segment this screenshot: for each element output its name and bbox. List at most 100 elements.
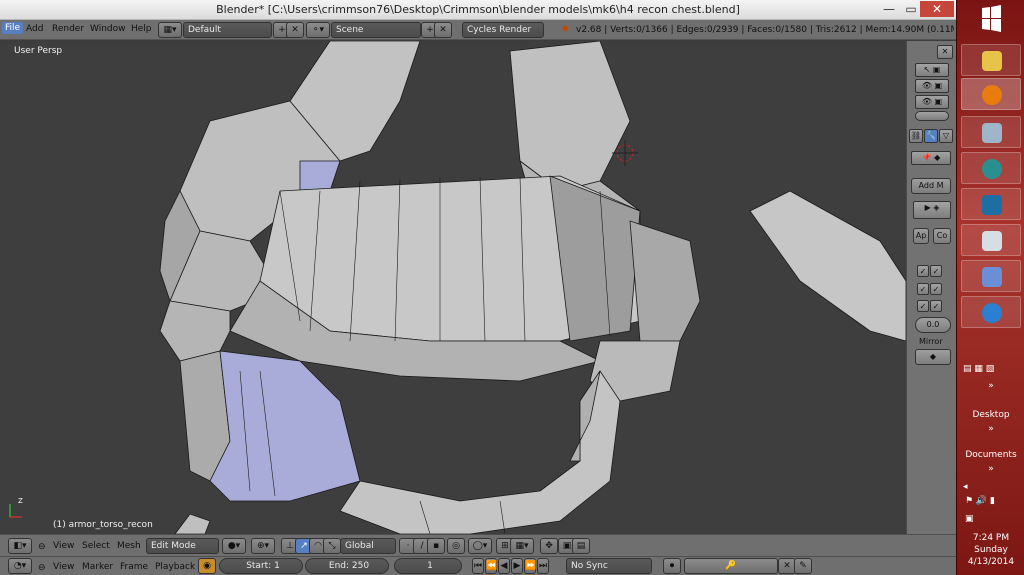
outliner-row-2[interactable]: 👁 ▣ — [915, 79, 949, 93]
media-player-icon[interactable] — [961, 152, 1021, 184]
game-app-icon[interactable] — [961, 188, 1021, 220]
timeline-editor-icon[interactable]: ◔▾ — [8, 558, 32, 574]
scale-icon[interactable]: ⤡ — [323, 538, 341, 554]
clipping-checkbox[interactable]: ✓ — [917, 283, 929, 295]
desktop-toolbar-label[interactable]: Desktop — [957, 410, 1024, 420]
outliner-scrollbar[interactable] — [915, 111, 949, 121]
end-frame-field[interactable]: End: 250 — [305, 558, 389, 574]
menu-render[interactable]: Render — [52, 24, 84, 34]
internet-explorer-icon[interactable] — [961, 296, 1021, 328]
menu-playback[interactable]: Playback — [155, 562, 195, 572]
delete-keyframe-icon[interactable]: ✎ — [794, 558, 812, 574]
menu-frame[interactable]: Frame — [120, 562, 148, 572]
timeline-collapse-icon[interactable]: ⊖ — [38, 563, 46, 573]
tray-expand-icon[interactable]: ◂ — [963, 482, 968, 492]
outliner-row-3[interactable]: 👁 ▣ — [915, 95, 949, 109]
mirror-object-field[interactable]: ◆ — [915, 349, 951, 365]
screen-layout-field[interactable]: Default — [183, 22, 272, 38]
axis-y-checkbox[interactable]: ✓ — [930, 265, 942, 277]
opengl-render-icon[interactable]: ▤ — [572, 538, 590, 554]
tray-network-icon[interactable]: ▣ — [965, 514, 974, 524]
current-frame-field[interactable]: 1 — [394, 558, 462, 574]
menu-window[interactable]: Window — [90, 24, 126, 34]
jump-start-icon[interactable]: ⏮ — [472, 558, 484, 574]
svg-text:Z: Z — [18, 497, 23, 505]
clock-day[interactable]: Sunday — [957, 545, 1024, 555]
documents-toolbar-label[interactable]: Documents — [957, 450, 1024, 460]
close-button[interactable]: ✕ — [920, 1, 954, 17]
copy-button[interactable]: Co — [933, 228, 951, 244]
editor-type-icon[interactable]: ◧▾ — [8, 538, 32, 554]
menu-view-3d[interactable]: View — [53, 541, 74, 551]
face-select-icon[interactable]: ▪ — [427, 538, 445, 554]
uv-checkbox[interactable]: ✓ — [930, 300, 942, 312]
merge-checkbox[interactable]: ✓ — [930, 283, 942, 295]
data-tab-icon[interactable]: ▽ — [939, 129, 953, 143]
clock-date[interactable]: 4/13/2014 — [957, 557, 1024, 567]
limit-selection-icon[interactable]: ◎ — [447, 538, 465, 554]
scene-icon[interactable]: ⚬▾ — [306, 22, 330, 38]
screen-layout-icon[interactable]: ▦▾ — [158, 22, 182, 38]
play-reverse-icon[interactable]: ◀ — [498, 558, 510, 574]
mirror-modifier-header[interactable]: ▶ ◈ — [913, 201, 951, 219]
orientation-dropdown[interactable]: Global — [340, 538, 396, 554]
blender-logo-icon: ✸ — [561, 24, 570, 35]
start-frame-field[interactable]: Start: 1 — [219, 558, 303, 574]
pivot-dropdown-icon[interactable]: ⊕▾ — [251, 538, 275, 554]
keying-set-icon[interactable]: ◉ — [198, 558, 216, 574]
proportional-edit-icon[interactable]: ◯▾ — [468, 538, 492, 554]
toolbar-icons[interactable]: ▤ ▦ ▧ — [963, 364, 994, 374]
paint-app-icon[interactable] — [961, 224, 1021, 256]
jump-end-icon[interactable]: ⏭ — [537, 558, 549, 574]
scene-field[interactable]: Scene — [331, 22, 421, 38]
computer-icon[interactable] — [961, 116, 1021, 148]
start-button[interactable] — [957, 0, 1024, 38]
modifier-header-icons[interactable]: 📌 ◆ — [911, 151, 951, 165]
keying-set-field[interactable]: 🔑 — [684, 558, 778, 574]
apply-button[interactable]: Ap — [913, 228, 929, 244]
sync-dropdown[interactable]: No Sync — [566, 558, 652, 574]
collapse-menu-icon[interactable]: ⊖ — [38, 542, 46, 552]
next-keyframe-icon[interactable]: ⏩ — [524, 558, 536, 574]
constraints-tab-icon[interactable]: ⛓ — [909, 129, 923, 143]
play-icon[interactable]: ▶ — [511, 558, 523, 574]
menu-mesh[interactable]: Mesh — [117, 541, 141, 551]
modifiers-tab-icon[interactable]: 🔧 — [924, 129, 938, 143]
3d-view-header: ◧▾ ⊖ View Select Mesh Edit Mode ●▾ ⊕▾ ⊥ … — [0, 534, 956, 556]
active-object-label: (1) armor_torso_recon — [53, 520, 153, 530]
menu-view-timeline[interactable]: View — [53, 562, 74, 572]
menu-file[interactable]: File — [2, 22, 24, 34]
shading-dropdown-icon[interactable]: ●▾ — [222, 538, 246, 554]
snap-element-icon[interactable]: ▦▾ — [510, 538, 534, 554]
render-engine-dropdown[interactable]: Cycles Render — [462, 22, 544, 38]
mode-dropdown[interactable]: Edit Mode — [146, 538, 219, 554]
merge-limit-field[interactable]: 0.0 — [915, 317, 951, 333]
auto-keying-icon[interactable]: ⏺ — [663, 558, 681, 574]
toolbar-chevron-icon[interactable]: » — [957, 381, 1024, 391]
desktop-chevron-icon[interactable]: » — [957, 424, 1024, 434]
outliner-row-1[interactable]: ↖ ▣ — [915, 63, 949, 77]
3d-viewport[interactable]: Z User Persp (1) armor_torso_recon — [0, 41, 906, 534]
remove-layout-icon[interactable]: ✕ — [286, 22, 304, 38]
menu-add[interactable]: Add — [26, 24, 43, 34]
menu-help[interactable]: Help — [131, 24, 152, 34]
windows-taskbar: ▤ ▦ ▧ » Desktop » Documents » ◂ ⚑ 🔊 ▮ ▣ … — [956, 0, 1024, 575]
documents-chevron-icon[interactable]: » — [957, 464, 1024, 474]
menu-marker[interactable]: Marker — [82, 562, 113, 572]
axis-x-checkbox[interactable]: ✓ — [917, 265, 929, 277]
mesh-left-inner-panel — [209, 350, 361, 502]
add-modifier-button[interactable]: Add M — [911, 178, 951, 194]
blender-icon[interactable] — [961, 78, 1021, 110]
clock-time[interactable]: 7:24 PM — [957, 533, 1024, 543]
remove-scene-icon[interactable]: ✕ — [434, 22, 452, 38]
snap-target-icon[interactable]: ✥ — [540, 538, 558, 554]
file-explorer-icon[interactable] — [961, 44, 1021, 76]
mesh-right-block — [629, 220, 701, 342]
properties-panel: ✕ ↖ ▣ 👁 ▣ 👁 ▣ ⛓ 🔧 ▽ 📌 ◆ Add M ▶ ◈ Ap Co … — [906, 41, 956, 534]
tray-icons[interactable]: ⚑ 🔊 ▮ — [965, 496, 995, 506]
visual-studio-icon[interactable] — [961, 260, 1021, 292]
vgroup-checkbox[interactable]: ✓ — [917, 300, 929, 312]
menu-select[interactable]: Select — [82, 541, 110, 551]
prev-keyframe-icon[interactable]: ⏪ — [485, 558, 497, 574]
panel-close-icon[interactable]: ✕ — [937, 45, 953, 59]
